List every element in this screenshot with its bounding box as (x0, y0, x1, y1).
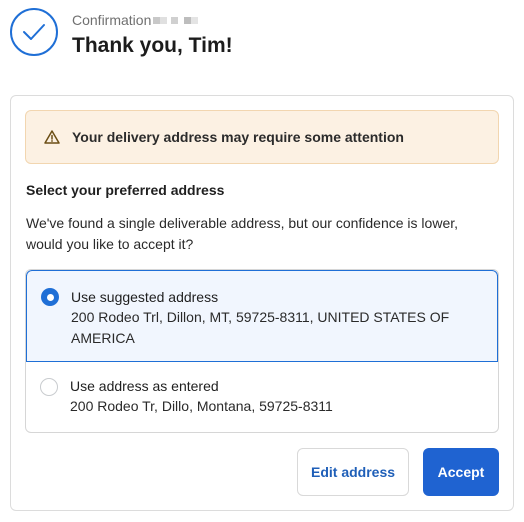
option-address: 200 Rodeo Trl, Dillon, MT, 59725-8311, U… (71, 309, 450, 346)
redacted-order-number (153, 16, 199, 24)
confirmation-label: Confirmation (72, 12, 152, 28)
accept-button[interactable]: Accept (423, 448, 499, 496)
warning-banner: Your delivery address may require some a… (25, 110, 499, 164)
option-suggested-address[interactable]: Use suggested address 200 Rodeo Trl, Dil… (26, 270, 498, 362)
address-verification-card: Your delivery address may require some a… (10, 95, 514, 511)
option-address: 200 Rodeo Tr, Dillo, Montana, 59725-8311 (70, 398, 333, 414)
page-title: Thank you, Tim! (72, 34, 233, 57)
option-label: Use address as entered (70, 378, 219, 394)
radio-unselected[interactable] (40, 378, 58, 396)
option-label: Use suggested address (71, 289, 219, 305)
edit-address-button[interactable]: Edit address (297, 448, 409, 496)
warning-text: Your delivery address may require some a… (72, 129, 404, 145)
warning-triangle-icon (44, 129, 60, 145)
section-description: We've found a single deliverable address… (26, 215, 459, 252)
section-title: Select your preferred address (26, 182, 225, 198)
confirmation-header: Confirmation Thank you, Tim! (10, 8, 233, 58)
radio-selected[interactable] (41, 288, 59, 306)
checkmark-icon (10, 8, 58, 56)
address-options: Use suggested address 200 Rodeo Trl, Dil… (25, 269, 499, 433)
option-entered-address[interactable]: Use address as entered 200 Rodeo Tr, Dil… (26, 362, 498, 432)
